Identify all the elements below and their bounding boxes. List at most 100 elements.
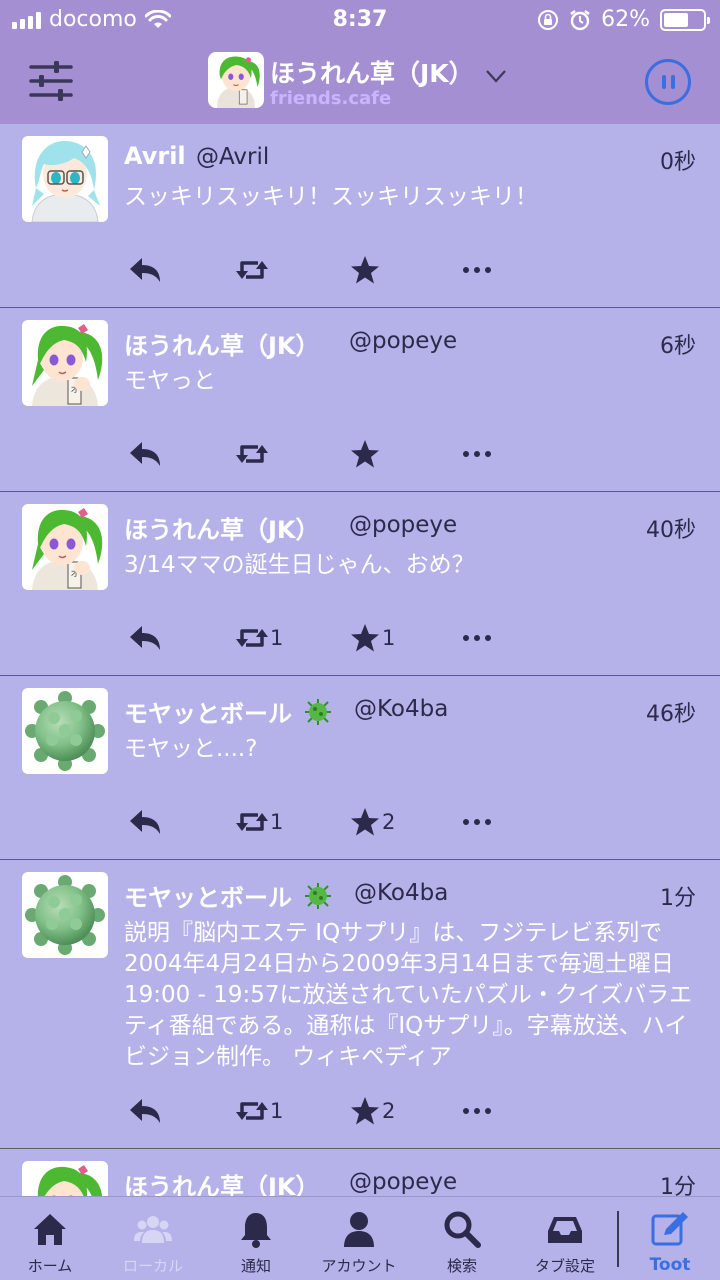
boost-icon (236, 261, 268, 279)
filter-sliders-icon[interactable] (28, 58, 74, 104)
reply-icon (130, 442, 160, 466)
tab-label: 通知 (240, 1257, 271, 1275)
account-domain: friends.cafe (270, 88, 392, 109)
tab-search[interactable]: 検索 (412, 1197, 512, 1280)
boost-button[interactable] (236, 252, 270, 288)
spiky-ball-avatar[interactable] (22, 688, 108, 774)
favourite-button[interactable]: 2 (350, 804, 395, 840)
virus-emoji-icon (305, 699, 332, 725)
people-icon (134, 1216, 172, 1243)
reply-button[interactable] (128, 436, 162, 472)
toot-item[interactable]: モヤッとボール @Ko4ba 46秒 モヤッと....? 1 2 (0, 676, 720, 860)
display-name[interactable]: Avril (124, 142, 186, 170)
boost-button[interactable]: 1 (236, 804, 283, 840)
account-name: ほうれん草（JK） (270, 59, 474, 88)
reply-button[interactable] (128, 1093, 162, 1129)
tab-home[interactable]: ホーム (0, 1197, 100, 1280)
virus-emoji-icon (305, 883, 332, 909)
account-switcher[interactable]: ほうれん草（JK） friends.cafe (208, 50, 518, 116)
toot-compose-button[interactable]: Toot (620, 1197, 720, 1280)
display-name[interactable]: ほうれん草（JK） (124, 510, 320, 545)
more-icon (463, 1108, 491, 1114)
favourite-button[interactable] (350, 436, 382, 472)
popeye-avatar[interactable]: 才 (22, 504, 108, 590)
star-icon (351, 808, 379, 836)
more-button[interactable] (462, 1093, 492, 1129)
star-icon (351, 440, 379, 468)
favourite-button[interactable] (350, 252, 382, 288)
chevron-down-icon (486, 70, 506, 83)
status-bar: docomo 8:37 62% (0, 0, 720, 40)
username[interactable]: @Ko4ba (354, 880, 448, 906)
person-icon (344, 1212, 374, 1247)
boost-button[interactable]: 1 (236, 620, 283, 656)
tab-divider (617, 1211, 619, 1267)
tab-person[interactable]: アカウント (309, 1197, 409, 1280)
username[interactable]: @Avril (196, 144, 269, 170)
tab-inbox[interactable]: タブ設定 (515, 1197, 615, 1280)
star-icon (351, 624, 379, 652)
display-name[interactable]: ほうれん草（JK） (124, 326, 320, 361)
boost-count: 1 (270, 626, 284, 650)
favourite-button[interactable]: 1 (350, 620, 395, 656)
toot-label: Toot (649, 1255, 691, 1275)
post-time: 40秒 (646, 518, 696, 543)
popeye-avatar[interactable]: 才 (22, 1161, 108, 1196)
toot-item[interactable]: 才 ほうれん草（JK） @popeye 1分 (0, 1149, 720, 1196)
more-button[interactable] (462, 252, 492, 288)
more-button[interactable] (462, 620, 492, 656)
toot-item[interactable]: モヤッとボール @Ko4ba 1分 説明『脳内エステ IQサプリ』は、フジテレビ… (0, 860, 720, 1149)
favourite-count: 1 (382, 626, 396, 650)
toot-item[interactable]: 才 ほうれん草（JK） @popeye 40秒 3/14ママの誕生日じゃん、おめ… (0, 492, 720, 676)
reply-icon (130, 626, 160, 650)
post-time: 1分 (660, 886, 696, 911)
tab-bar: ホーム ローカル 通知 アカウント 検索 タブ設定 Toot (0, 1196, 720, 1280)
favourite-count: 2 (382, 1099, 396, 1123)
post-time: 1分 (660, 1175, 696, 1196)
toot-content: スッキリスッキリ！スッキリスッキリ！ (124, 184, 538, 210)
display-name[interactable]: ほうれん草（JK） (124, 1167, 320, 1196)
boost-button[interactable] (236, 436, 270, 472)
boost-icon (236, 445, 268, 463)
alarm-icon (570, 9, 590, 30)
tab-bell[interactable]: 通知 (206, 1197, 306, 1280)
display-name[interactable]: モヤッとボール (124, 878, 332, 913)
reply-icon (130, 1099, 160, 1123)
reply-button[interactable] (128, 804, 162, 840)
action-bar (128, 252, 688, 288)
battery-percent: 62% (601, 7, 650, 32)
bell-icon (241, 1213, 271, 1248)
more-icon (463, 635, 491, 641)
toot-item[interactable]: 才 ほうれん草（JK） @popeye 6秒 モヤっと (0, 308, 720, 492)
compose-icon (651, 1212, 688, 1246)
more-icon (463, 451, 491, 457)
status-icons: 62% (537, 7, 710, 32)
popeye-avatar[interactable]: 才 (22, 320, 108, 406)
action-bar: 1 2 (128, 1093, 688, 1129)
boost-icon (236, 629, 268, 647)
boost-button[interactable]: 1 (236, 1093, 283, 1129)
more-button[interactable] (462, 804, 492, 840)
display-name[interactable]: モヤッとボール (124, 694, 332, 729)
favourite-button[interactable]: 2 (350, 1093, 395, 1129)
spiky-ball-avatar[interactable] (22, 872, 108, 958)
post-time: 46秒 (646, 702, 696, 727)
avril-avatar[interactable] (22, 136, 108, 222)
inbox-icon (548, 1217, 582, 1243)
toot-item[interactable]: Avril @Avril 0秒 スッキリスッキリ！スッキリスッキリ！ (0, 124, 720, 308)
reply-button[interactable] (128, 252, 162, 288)
more-button[interactable] (462, 436, 492, 472)
username[interactable]: @popeye (349, 328, 457, 354)
reply-button[interactable] (128, 620, 162, 656)
toot-content: モヤっと (124, 368, 216, 394)
tab-label: ホーム (27, 1257, 73, 1275)
tab-label: ローカル (122, 1257, 183, 1275)
username[interactable]: @Ko4ba (354, 696, 448, 722)
timeline[interactable]: Avril @Avril 0秒 スッキリスッキリ！スッキリスッキリ！ 才 ほうれ… (0, 124, 720, 1196)
boost-count: 1 (270, 810, 284, 834)
favourite-count: 2 (382, 810, 396, 834)
username[interactable]: @popeye (349, 512, 457, 538)
tab-people[interactable]: ローカル (103, 1197, 203, 1280)
stream-pause-button[interactable] (645, 59, 691, 105)
username[interactable]: @popeye (349, 1169, 457, 1195)
